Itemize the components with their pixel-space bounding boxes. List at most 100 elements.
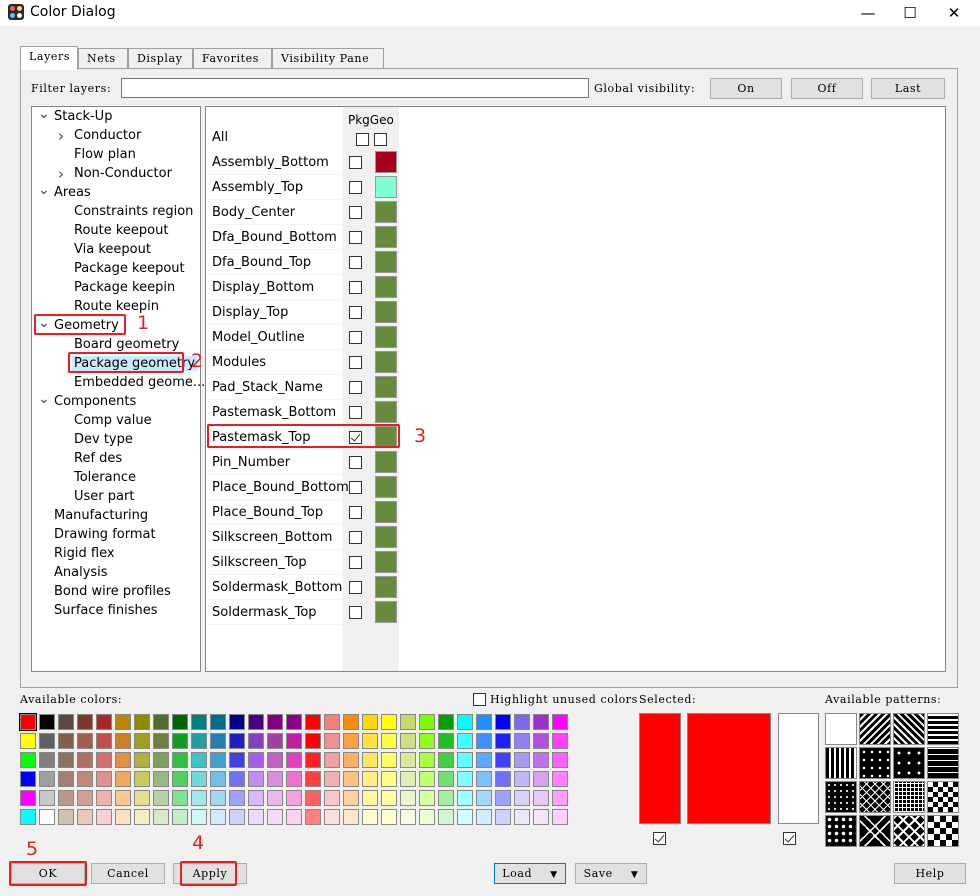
layer-row[interactable]: Place_Bound_Top [206,500,399,525]
tree-item[interactable]: Analysis [54,565,108,580]
palette-color-swatch[interactable] [343,752,359,768]
all-color-checkbox[interactable] [374,133,387,146]
palette-color-swatch[interactable] [267,809,283,825]
palette-color-swatch[interactable] [172,809,188,825]
palette-color-swatch[interactable] [457,733,473,749]
palette-color-swatch[interactable] [438,809,454,825]
palette-color-swatch[interactable] [115,771,131,787]
palette-color-swatch[interactable] [286,771,302,787]
palette-color-swatch[interactable] [210,771,226,787]
palette-color-swatch[interactable] [20,733,36,749]
pattern-swatch[interactable] [825,815,857,847]
palette-color-swatch[interactable] [58,771,74,787]
palette-color-swatch[interactable] [419,752,435,768]
palette-color-swatch[interactable] [191,714,207,730]
layer-row[interactable]: Model_Outline [206,325,399,350]
cancel-button[interactable]: Cancel [91,863,165,884]
maximize-icon[interactable]: ☐ [896,2,924,24]
palette-color-swatch[interactable] [438,714,454,730]
layer-row[interactable]: Assembly_Top [206,175,399,200]
palette-color-swatch[interactable] [20,752,36,768]
layer-color-swatch[interactable] [375,526,397,548]
palette-color-swatch[interactable] [96,809,112,825]
chevron-down-icon[interactable]: ⌄ [38,391,50,407]
layer-row[interactable]: Body_Center [206,200,399,225]
layer-visibility-checkbox[interactable] [349,231,362,244]
palette-color-swatch[interactable] [248,752,264,768]
palette-color-swatch[interactable] [305,790,321,806]
layer-visibility-checkbox[interactable] [349,456,362,469]
chevron-right-icon[interactable]: › [58,127,64,145]
pattern-swatch[interactable] [825,713,857,745]
palette-color-swatch[interactable] [134,809,150,825]
layer-visibility-checkbox[interactable] [349,281,362,294]
pattern-swatch[interactable] [859,815,891,847]
palette-color-swatch[interactable] [438,771,454,787]
selected-pattern-checkbox[interactable] [783,832,796,845]
layer-color-swatch[interactable] [375,226,397,248]
layer-color-swatch[interactable] [375,251,397,273]
layer-visibility-checkbox[interactable] [349,556,362,569]
tree-item[interactable]: Stack-Up [54,109,112,124]
layer-visibility-checkbox[interactable] [349,381,362,394]
selected-color-large[interactable] [687,713,771,824]
palette-color-swatch[interactable] [552,790,568,806]
layer-visibility-checkbox[interactable] [349,206,362,219]
palette-color-swatch[interactable] [172,733,188,749]
visibility-off-button[interactable]: Off [791,78,863,99]
minimize-icon[interactable]: — [854,2,882,24]
layer-visibility-checkbox[interactable] [349,606,362,619]
palette-color-swatch[interactable] [286,809,302,825]
palette-color-swatch[interactable] [191,809,207,825]
palette-color-swatch[interactable] [191,771,207,787]
layer-color-swatch[interactable] [375,576,397,598]
tree-item[interactable]: User part [74,489,134,504]
palette-color-swatch[interactable] [438,733,454,749]
palette-color-swatch[interactable] [39,790,55,806]
tree-item[interactable]: Comp value [74,413,152,428]
palette-color-swatch[interactable] [514,809,530,825]
palette-color-swatch[interactable] [286,714,302,730]
layer-row[interactable]: Modules [206,350,399,375]
palette-color-swatch[interactable] [324,771,340,787]
palette-color-swatch[interactable] [419,790,435,806]
palette-color-swatch[interactable] [191,790,207,806]
palette-color-swatch[interactable] [20,809,36,825]
palette-color-swatch[interactable] [77,714,93,730]
palette-color-swatch[interactable] [514,771,530,787]
selected-color-small[interactable] [639,713,681,824]
palette-color-swatch[interactable] [552,771,568,787]
palette-color-swatch[interactable] [495,733,511,749]
palette-color-swatch[interactable] [305,752,321,768]
layer-row[interactable]: Soldermask_Bottom [206,575,399,600]
palette-color-swatch[interactable] [20,790,36,806]
palette-color-swatch[interactable] [343,809,359,825]
pattern-swatch[interactable] [859,747,891,779]
palette-color-swatch[interactable] [96,714,112,730]
pattern-swatch[interactable] [893,747,925,779]
palette-color-swatch[interactable] [476,771,492,787]
palette-color-swatch[interactable] [533,790,549,806]
palette-color-swatch[interactable] [39,714,55,730]
palette-color-swatch[interactable] [438,790,454,806]
load-button[interactable]: Load ▼ [494,863,566,884]
palette-color-swatch[interactable] [134,790,150,806]
palette-color-swatch[interactable] [457,752,473,768]
tree-item[interactable]: Package keepin [74,280,175,295]
palette-color-swatch[interactable] [476,790,492,806]
layer-visibility-checkbox[interactable] [349,306,362,319]
palette-color-swatch[interactable] [172,771,188,787]
layer-visibility-checkbox[interactable] [349,406,362,419]
layer-row[interactable]: Dfa_Bound_Top [206,250,399,275]
palette-color-swatch[interactable] [419,714,435,730]
palette-color-swatch[interactable] [362,733,378,749]
palette-color-swatch[interactable] [229,790,245,806]
tree-item[interactable]: Conductor [74,128,141,143]
palette-color-swatch[interactable] [495,809,511,825]
palette-color-swatch[interactable] [362,790,378,806]
tree-item[interactable]: Manufacturing [54,508,148,523]
palette-color-swatch[interactable] [324,809,340,825]
palette-color-swatch[interactable] [305,714,321,730]
layer-color-swatch[interactable] [375,476,397,498]
palette-color-swatch[interactable] [381,752,397,768]
